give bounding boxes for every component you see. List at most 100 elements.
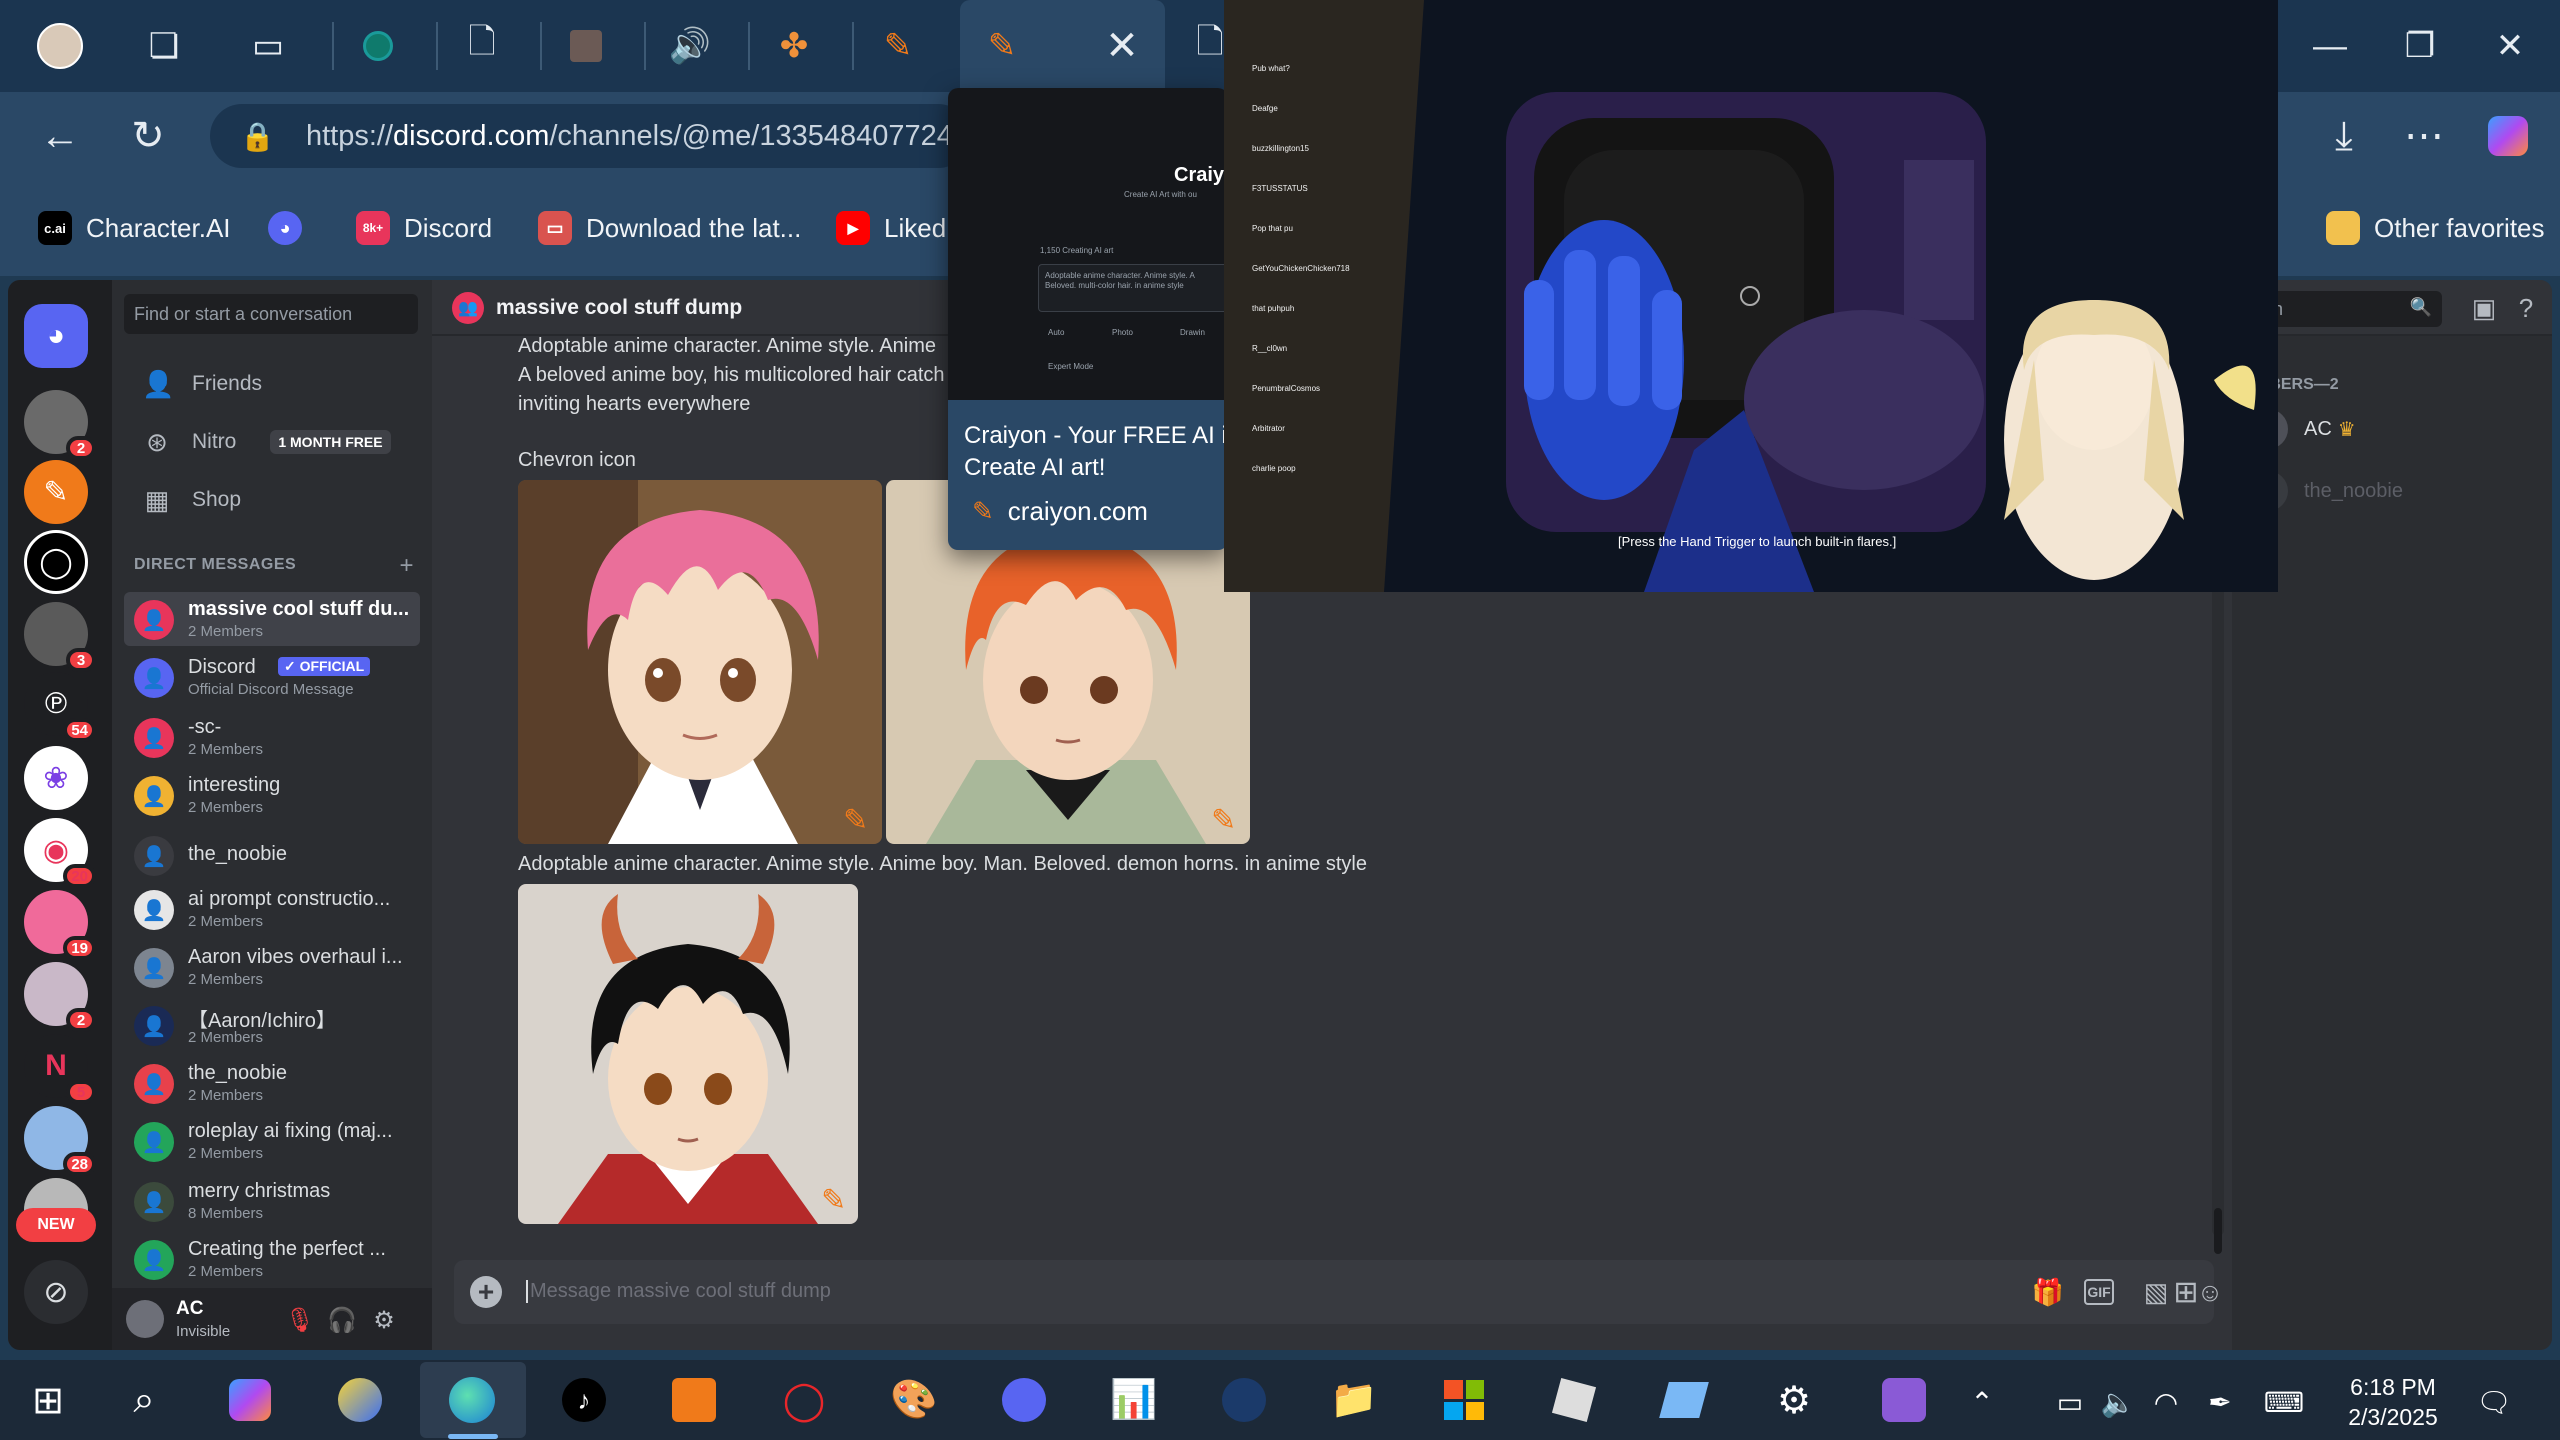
discord-icon[interactable] [990,1372,1058,1428]
discord-home-icon[interactable]: ◕ [24,304,88,368]
server-icon[interactable]: 19 [24,890,96,960]
url-field[interactable]: 🔒 https://discord.com/channels/@me/13354… [210,104,970,168]
member-item[interactable]: the_noobie [2248,464,2538,518]
keyboard-icon[interactable]: ⌨ [2264,1382,2304,1422]
settings-gear-icon[interactable]: ⚙ [1760,1372,1828,1428]
headphones-icon[interactable]: 🎧 [326,1304,358,1336]
find-conversation-input[interactable]: Find or start a conversation [124,294,418,334]
avatar[interactable] [126,1300,164,1338]
tab-favicon-page[interactable]: 🗋 [450,14,514,78]
copilot-icon[interactable] [216,1372,284,1428]
workspaces-icon[interactable]: ❏ [132,14,196,78]
app-icon-orange[interactable] [660,1372,728,1428]
favorite-discord[interactable]: 8k+ Discord [356,204,492,252]
server-icon[interactable]: 28 [24,1106,96,1176]
mute-mic-icon[interactable]: 🎙 [284,1304,316,1336]
tab-close-icon[interactable]: ✕ [1090,14,1154,78]
server-icon[interactable]: 3 [24,602,96,672]
discover-compass-icon[interactable]: ⊘ [24,1260,88,1324]
dm-item[interactable]: 👤 Creating the perfect ... 2 Members [124,1232,420,1286]
dm-item[interactable]: 👤 Discord ✓ OFFICIAL Official Discord Messa… [124,650,420,704]
downloads-icon[interactable]: ⤓ [2312,104,2376,168]
server-icon-p[interactable]: ℗ 54 [24,672,96,742]
server-icon[interactable]: 2 [24,962,96,1032]
server-icon-n[interactable]: N 5 [24,1034,96,1104]
server-icon-pencil[interactable]: ✎ [24,460,88,524]
minimize-button[interactable]: — [2294,14,2366,78]
opera-icon[interactable]: ◯ [770,1372,838,1428]
dm-item[interactable]: 👤 roleplay ai fixing (maj... 2 Members [124,1114,420,1168]
app-icon[interactable] [326,1372,394,1428]
help-icon[interactable]: ? [2510,292,2542,324]
system-clock[interactable]: 6:18 PM 2/3/2025 [2318,1372,2468,1432]
tab-favicon-pinwheel[interactable]: ✤ [762,14,826,78]
volume-icon[interactable]: 🔈 [2098,1382,2138,1422]
server-icon-lotus[interactable]: ❀ [24,746,88,810]
server-icon-ring[interactable]: ◯ [24,530,88,594]
file-explorer-folder-icon[interactable]: 📁 [1320,1372,1388,1428]
dm-item[interactable]: 👤 merry christmas 8 Members [124,1174,420,1228]
nav-shop[interactable]: ▦ Shop [124,472,420,528]
tab-preview-popup[interactable]: Craiy Create AI Art with ou 1,150 Creati… [948,88,1228,550]
attachment-image-demon-horns-boy[interactable]: ✎ [518,884,858,1224]
dm-item[interactable]: 👤 【Aaron/Ichiro】 2 Members [124,998,420,1052]
more-options-icon[interactable]: ⋯ [2392,104,2456,168]
dm-item[interactable]: 👤 the_noobie 2 Members [124,1056,420,1110]
settings-gear-icon[interactable]: ⚙ [368,1304,400,1336]
nav-friends[interactable]: 👤 Friends [124,356,420,412]
server-icon[interactable]: ◉ 20 [24,818,96,888]
apps-icon[interactable]: ⊞ [2168,1274,2204,1310]
inbox-icon[interactable]: ▣ [2468,292,2500,324]
member-item[interactable]: AC ♛ [2248,402,2538,456]
roblox-icon[interactable] [1540,1372,1608,1428]
favorite-character-ai[interactable]: c.ai Character.AI [38,204,231,252]
edge-browser-icon[interactable] [438,1372,506,1428]
battery-icon[interactable]: ▭ [2050,1382,2090,1422]
attach-plus-icon[interactable]: + [470,1276,502,1308]
gif-icon[interactable]: GIF [2084,1279,2114,1305]
tab-audio-icon[interactable]: 🔊 [658,14,722,78]
copilot-icon[interactable] [2476,104,2540,168]
start-windows-icon[interactable]: ⊞ [14,1372,82,1428]
paint-icon[interactable]: 🎨 [880,1372,948,1428]
pen-icon[interactable]: ✒ [2200,1382,2240,1422]
dm-item[interactable]: 👤 the_noobie [124,828,420,882]
tab-favicon-craiyon-pencil[interactable]: ✎ [866,14,930,78]
dm-item[interactable]: 👤 Aaron vibes overhaul i... 2 Members [124,940,420,994]
tab-favicon-image[interactable] [554,14,618,78]
tab-favicon-circle[interactable] [346,14,410,78]
dm-item[interactable]: 👤 massive cool stuff du... 2 Members [124,592,420,646]
favorite-other-favorites[interactable]: Other favorites [2326,204,2545,252]
tab-actions-icon[interactable]: ▭ [236,14,300,78]
profile-avatar-icon[interactable] [28,14,92,78]
app-icon-blue[interactable] [1650,1372,1718,1428]
show-hidden-icons-chevron[interactable]: ⌃ [1962,1382,2002,1422]
scrollbar-thumb[interactable] [2214,1208,2222,1254]
create-dm-plus-icon[interactable]: + [399,552,414,580]
refresh-icon[interactable]: ↻ [116,104,180,168]
attachment-image-pink-hair-boy[interactable]: ✎ [518,480,882,844]
sheet-app-icon[interactable]: 📊 [1100,1372,1168,1428]
search-icon[interactable]: ⌕ [110,1372,178,1428]
nav-nitro[interactable]: ⊛ Nitro 1 MONTH FREE [124,414,420,470]
steam-icon[interactable] [1210,1372,1278,1428]
header-search-input[interactable]: ch🔍 [2252,291,2442,327]
message-input[interactable]: Message massive cool stuff dump [526,1280,831,1303]
dm-item[interactable]: 👤 interesting 2 Members [124,768,420,822]
dm-item[interactable]: 👤 -sc- 2 Members [124,710,420,764]
notifications-icon[interactable]: 🗨 [2474,1382,2514,1422]
restore-button[interactable]: ❐ [2384,14,2456,78]
picture-in-picture-video[interactable]: Pub what? Deafge buzzkillington15 F3TUSSTAT… [1224,0,2278,592]
tiktok-icon[interactable]: ♪ [550,1372,618,1428]
gift-icon[interactable]: 🎁 [2030,1274,2066,1310]
back-arrow-icon[interactable]: ← [28,104,92,168]
favorite-liked[interactable]: ▶ Liked [836,204,946,252]
favorite-discord-icon-only[interactable]: ◕ [268,204,302,252]
anime-app-icon[interactable] [1870,1372,1938,1428]
dm-item[interactable]: 👤 ai prompt constructio... 2 Members [124,882,420,936]
wifi-icon[interactable]: ◠ [2146,1382,2186,1422]
microsoft-store-icon[interactable] [1430,1372,1498,1428]
server-icon[interactable]: 2 [24,390,96,460]
close-window-button[interactable]: ✕ [2474,14,2546,78]
favorite-download[interactable]: ▭ Download the lat... [538,204,801,252]
